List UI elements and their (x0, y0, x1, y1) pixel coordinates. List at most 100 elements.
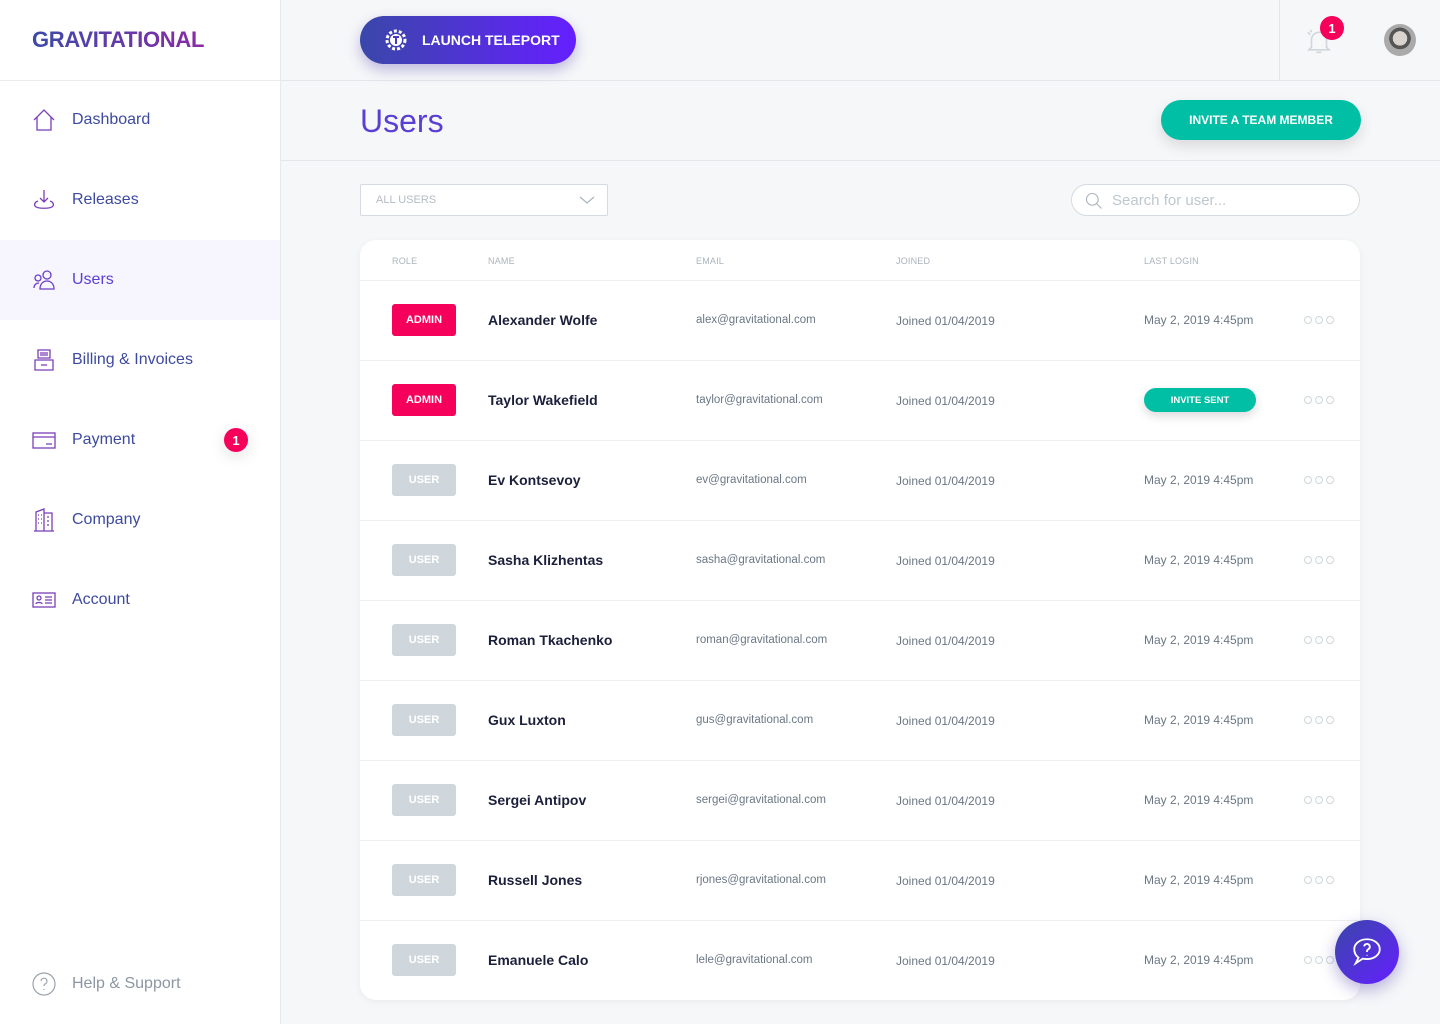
building-icon (34, 508, 54, 532)
sidebar-item-label: Billing & Invoices (72, 351, 193, 368)
launch-teleport-button[interactable]: LAUNCH TELEPORT (360, 16, 576, 64)
last-login: May 2, 2019 4:45pm (1144, 713, 1254, 727)
column-header-last-login: LAST LOGIN (1144, 256, 1199, 266)
more-options-button[interactable] (1304, 556, 1334, 564)
sidebar-item-company[interactable]: Company (0, 480, 280, 560)
dot-icon (1326, 476, 1334, 484)
help-support-label: Help & Support (72, 975, 181, 992)
avatar[interactable] (1384, 24, 1416, 56)
notification-badge: 1 (1320, 16, 1344, 40)
table-row: ADMIN Taylor Wakefield taylor@gravitationa… (360, 360, 1360, 440)
user-email: sergei@gravitational.com (696, 794, 826, 806)
sidebar-item-payment[interactable]: Payment 1 (0, 400, 280, 480)
user-name: Sasha Klizhentas (488, 552, 604, 568)
column-header-email: EMAIL (696, 256, 725, 266)
dot-icon (1326, 796, 1334, 804)
last-login: May 2, 2019 4:45pm (1144, 553, 1254, 567)
help-circle-icon (32, 972, 56, 996)
dot-icon (1304, 396, 1312, 404)
printer-icon (34, 349, 54, 371)
column-header-name: NAME (488, 256, 515, 266)
more-options-button[interactable] (1304, 956, 1334, 964)
more-options-button[interactable] (1304, 636, 1334, 644)
last-login: May 2, 2019 4:45pm (1144, 313, 1254, 327)
user-filter-select[interactable]: ALL USERS (360, 184, 608, 216)
joined-date: Joined 01/04/2019 (896, 874, 995, 888)
dot-icon (1315, 556, 1323, 564)
sidebar-item-account[interactable]: Account (0, 560, 280, 640)
divider (281, 160, 1440, 161)
dot-icon (1304, 476, 1312, 484)
dot-icon (1304, 876, 1312, 884)
role-badge: USER (392, 704, 456, 736)
table-row: USER Emanuele Calo lele@gravitational.com J… (360, 920, 1360, 1000)
joined-date: Joined 01/04/2019 (896, 394, 995, 408)
last-login: May 2, 2019 4:45pm (1144, 873, 1254, 887)
table-row: USER Russell Jones rjones@gravitational.co… (360, 840, 1360, 920)
user-name: Russell Jones (488, 872, 583, 888)
brand-logo[interactable]: GRAVITATIONAL (32, 27, 204, 53)
dot-icon (1326, 876, 1334, 884)
users-icon (33, 270, 55, 290)
sidebar-item-dashboard[interactable]: Dashboard (0, 80, 280, 160)
user-email: ev@gravitational.com (696, 474, 807, 486)
table-row: USER Roman Tkachenko roman@gravitational.c… (360, 600, 1360, 680)
user-email: taylor@gravitational.com (696, 394, 823, 406)
more-options-button[interactable] (1304, 476, 1334, 484)
more-options-button[interactable] (1304, 716, 1334, 724)
joined-date: Joined 01/04/2019 (896, 474, 995, 488)
user-name: Taylor Wakefield (488, 392, 598, 408)
joined-date: Joined 01/04/2019 (896, 794, 995, 808)
table-row: USER Ev Kontsevoy ev@gravitational.com Join… (360, 440, 1360, 520)
user-email: gus@gravitational.com (696, 714, 814, 726)
table-row: USER Gux Luxton gus@gravitational.com Joine… (360, 680, 1360, 760)
dot-icon (1315, 876, 1323, 884)
user-email: alex@gravitational.com (696, 314, 816, 326)
user-name: Roman Tkachenko (488, 632, 613, 648)
joined-date: Joined 01/04/2019 (896, 634, 995, 648)
role-badge: USER (392, 944, 456, 976)
table-row: USER Sergei Antipov sergei@gravitational.c… (360, 760, 1360, 840)
sidebar-item-billing[interactable]: Billing & Invoices (0, 320, 280, 400)
more-options-button[interactable] (1304, 396, 1334, 404)
user-name: Sergei Antipov (488, 792, 587, 808)
teleport-gear-icon (385, 29, 407, 51)
dot-icon (1315, 716, 1323, 724)
dot-icon (1326, 716, 1334, 724)
sidebar-item-users[interactable]: Users (0, 240, 280, 320)
user-email: roman@gravitational.com (696, 634, 828, 646)
more-options-button[interactable] (1304, 796, 1334, 804)
more-options-button[interactable] (1304, 316, 1334, 324)
last-login: May 2, 2019 4:45pm (1144, 793, 1254, 807)
launch-teleport-label: LAUNCH TELEPORT (422, 32, 560, 48)
dot-icon (1315, 956, 1323, 964)
role-badge: USER (392, 864, 456, 896)
help-chat-button[interactable] (1335, 920, 1399, 984)
home-icon (33, 109, 55, 131)
role-badge: USER (392, 544, 456, 576)
dot-icon (1315, 476, 1323, 484)
chevron-down-icon (579, 196, 595, 204)
invite-team-member-button[interactable]: INVITE A TEAM MEMBER (1161, 100, 1361, 140)
help-support-link[interactable]: Help & Support (32, 972, 181, 996)
last-login: May 2, 2019 4:45pm (1144, 953, 1254, 967)
user-name: Gux Luxton (488, 712, 566, 728)
sidebar-item-releases[interactable]: Releases (0, 160, 280, 240)
user-name: Ev Kontsevoy (488, 472, 581, 488)
download-icon (33, 190, 55, 209)
dot-icon (1326, 636, 1334, 644)
sidebar-item-label: Account (72, 591, 130, 608)
table-row: USER Sasha Klizhentas sasha@gravitational.… (360, 520, 1360, 600)
dot-icon (1315, 316, 1323, 324)
more-options-button[interactable] (1304, 876, 1334, 884)
user-name: Alexander Wolfe (488, 312, 598, 328)
user-email: sasha@gravitational.com (696, 554, 826, 566)
sidebar-item-label: Dashboard (72, 111, 151, 128)
dot-icon (1304, 796, 1312, 804)
search-input[interactable]: Search for user... (1071, 184, 1360, 216)
dot-icon (1326, 396, 1334, 404)
dot-icon (1326, 316, 1334, 324)
sidebar-item-label: Users (72, 271, 114, 288)
user-email: rjones@gravitational.com (696, 874, 826, 886)
dot-icon (1315, 396, 1323, 404)
